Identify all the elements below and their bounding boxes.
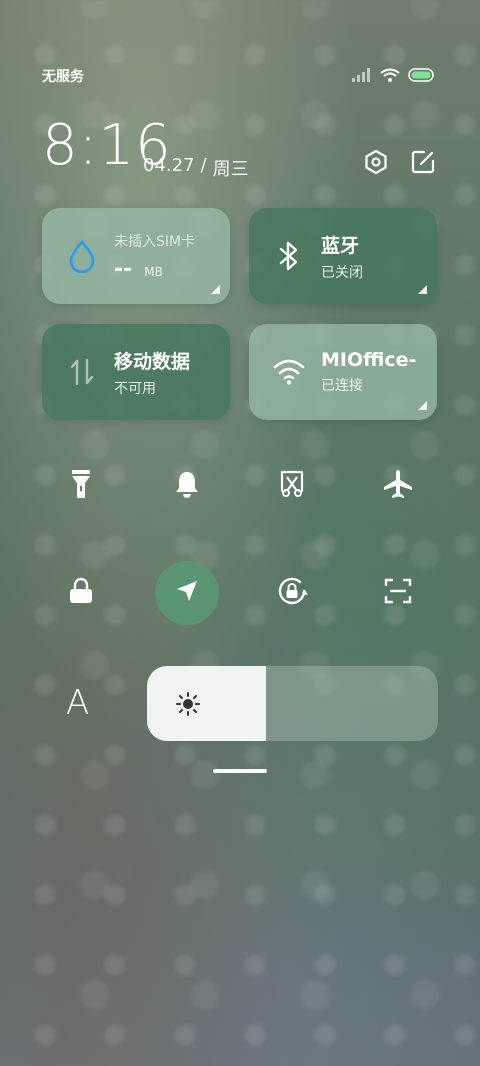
mobile-data-status: 不可用: [114, 380, 156, 397]
sim-status: 未插入SIM卡: [114, 233, 196, 250]
battery-icon: [408, 67, 436, 86]
data-arrows-icon: [64, 354, 100, 390]
date-text: 04.27 / 周三: [143, 155, 249, 181]
lock-icon: [68, 577, 94, 609]
screenshot-toggle[interactable]: [260, 454, 324, 518]
water-drop-icon: [64, 238, 100, 274]
carrier-status: 无服务: [42, 69, 84, 85]
drag-handle[interactable]: [213, 769, 267, 773]
location-toggle[interactable]: [155, 561, 219, 625]
wifi-status: 已连接: [321, 378, 363, 394]
flashlight-icon: [69, 468, 93, 504]
rotation-lock-icon: [275, 574, 309, 612]
wifi-tile[interactable]: MIOffice- 已连接: [249, 324, 437, 420]
scan-icon: [384, 577, 412, 609]
mobile-data-tile[interactable]: 移动数据 不可用: [42, 324, 230, 420]
screenshot-icon: [278, 469, 306, 503]
wifi-network-name: MIOffice-: [321, 349, 417, 371]
signal-icon: [352, 67, 372, 86]
brightness-slider[interactable]: [147, 666, 438, 741]
location-icon: [174, 578, 200, 608]
bluetooth-icon: [271, 238, 307, 274]
ringer-toggle[interactable]: [155, 454, 219, 518]
data-usage-value: --: [114, 256, 133, 282]
edit-icon: [410, 149, 436, 179]
bluetooth-title: 蓝牙: [321, 234, 360, 257]
bluetooth-tile[interactable]: 蓝牙 已关闭: [249, 208, 437, 304]
settings-button[interactable]: [361, 149, 391, 179]
edit-button[interactable]: [408, 149, 438, 179]
mobile-data-title: 移动数据: [114, 350, 191, 373]
expand-corner-icon: [418, 401, 427, 410]
status-icons: [352, 67, 436, 86]
date-separator: /: [200, 155, 207, 176]
expand-corner-icon: [211, 285, 220, 294]
wifi-icon: [271, 354, 307, 390]
lock-screen-toggle[interactable]: [49, 561, 113, 625]
bluetooth-status: 已关闭: [321, 264, 363, 281]
brightness-level-fill: [147, 666, 267, 741]
bell-icon: [173, 469, 201, 503]
mobile-data-usage-tile[interactable]: 未插入SIM卡 -- MB: [42, 208, 230, 304]
sun-icon: [175, 691, 201, 721]
scanner-toggle[interactable]: [366, 561, 430, 625]
airplane-toggle[interactable]: [366, 454, 430, 518]
weekday-value: 周三: [212, 159, 249, 180]
expand-corner-icon: [418, 285, 427, 294]
wifi-icon: [380, 67, 400, 86]
font-size-button[interactable]: A: [66, 683, 89, 723]
date-value: 04.27: [143, 155, 195, 176]
rotation-lock-toggle[interactable]: [260, 561, 324, 625]
airplane-icon: [382, 468, 414, 504]
settings-icon: [363, 149, 389, 179]
data-usage-unit: MB: [144, 264, 163, 279]
flashlight-toggle[interactable]: [49, 454, 113, 518]
